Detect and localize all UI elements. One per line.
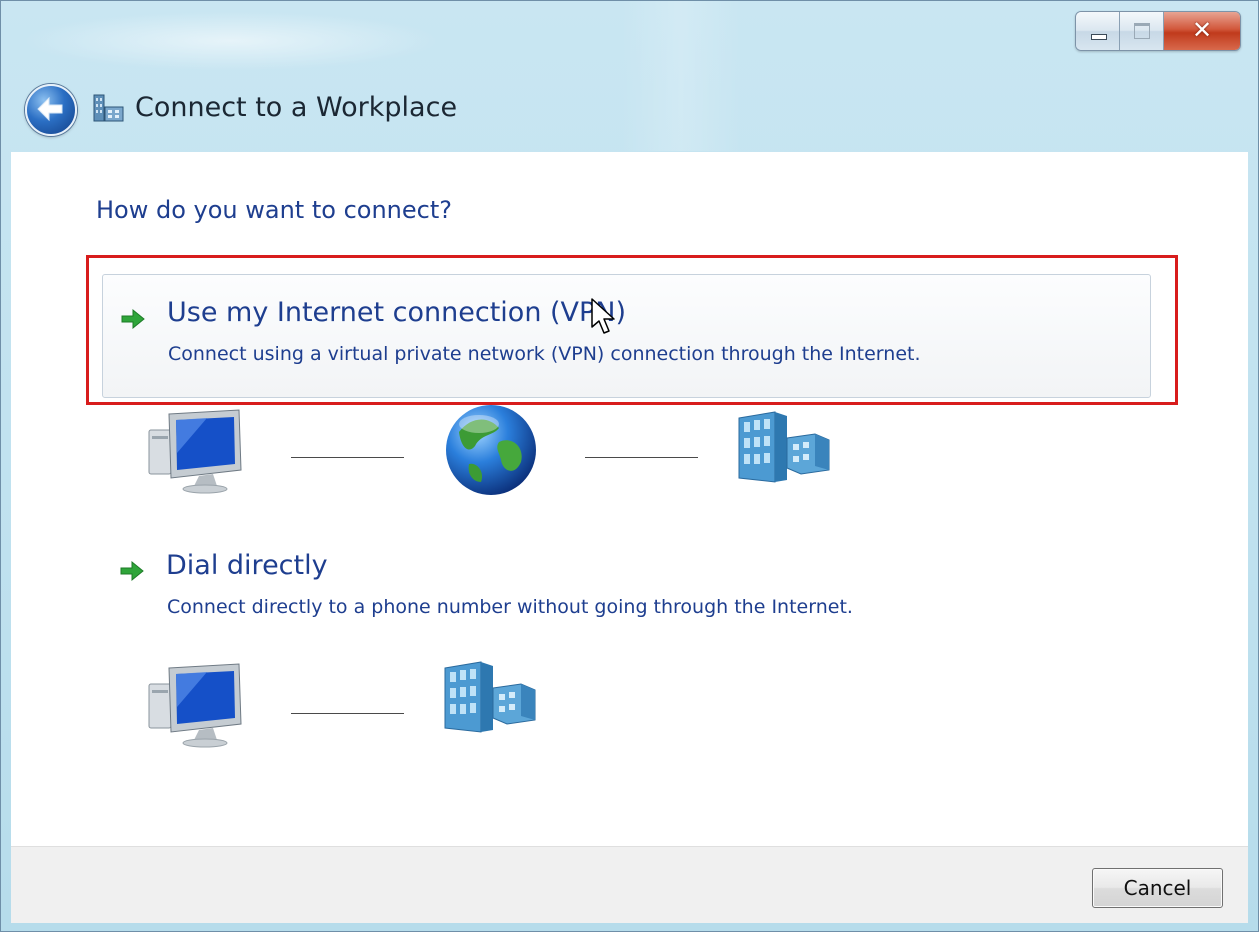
computer-icon: [148, 663, 242, 748]
option-dial-description: Connect directly to a phone number witho…: [167, 596, 853, 618]
window-title: Connect to a Workplace: [135, 92, 458, 123]
content-area: How do you want to connect? Use my Inter…: [11, 152, 1248, 846]
option-dial-title: Dial directly: [166, 550, 328, 581]
workplace-building-icon: [444, 661, 536, 733]
maximize-button[interactable]: [1120, 12, 1164, 50]
titlebar-glass: [621, 1, 741, 151]
page-heading: How do you want to connect?: [96, 196, 452, 224]
back-arrow-icon: [37, 96, 63, 122]
computer-icon: [148, 409, 242, 494]
close-button[interactable]: ✕: [1164, 12, 1240, 50]
connection-line: [291, 457, 404, 458]
dialog-window: ✕ Connect to a Workplace How do you want…: [0, 0, 1259, 932]
connection-line: [291, 713, 404, 714]
dialog-footer: Cancel: [11, 846, 1248, 923]
connection-line: [585, 457, 698, 458]
cancel-button[interactable]: Cancel: [1092, 868, 1223, 908]
titlebar-glass: [21, 11, 441, 71]
option-vpn[interactable]: Use my Internet connection (VPN) Connect…: [102, 274, 1151, 398]
back-button[interactable]: [25, 84, 77, 136]
green-arrow-icon: [120, 560, 144, 582]
option-dial-directly[interactable]: Dial directly Connect directly to a phon…: [102, 542, 1151, 642]
mouse-cursor-icon: [591, 298, 615, 334]
close-icon: ✕: [1191, 16, 1213, 44]
caption-buttons: ✕: [1075, 11, 1241, 51]
green-arrow-icon: [121, 308, 145, 330]
option-vpn-description: Connect using a virtual private network …: [168, 343, 921, 365]
minimize-button[interactable]: [1076, 12, 1120, 50]
option-vpn-title: Use my Internet connection (VPN): [167, 297, 627, 328]
workplace-building-icon: [738, 411, 830, 483]
globe-icon: [446, 405, 536, 495]
workplace-app-icon: [93, 94, 124, 122]
